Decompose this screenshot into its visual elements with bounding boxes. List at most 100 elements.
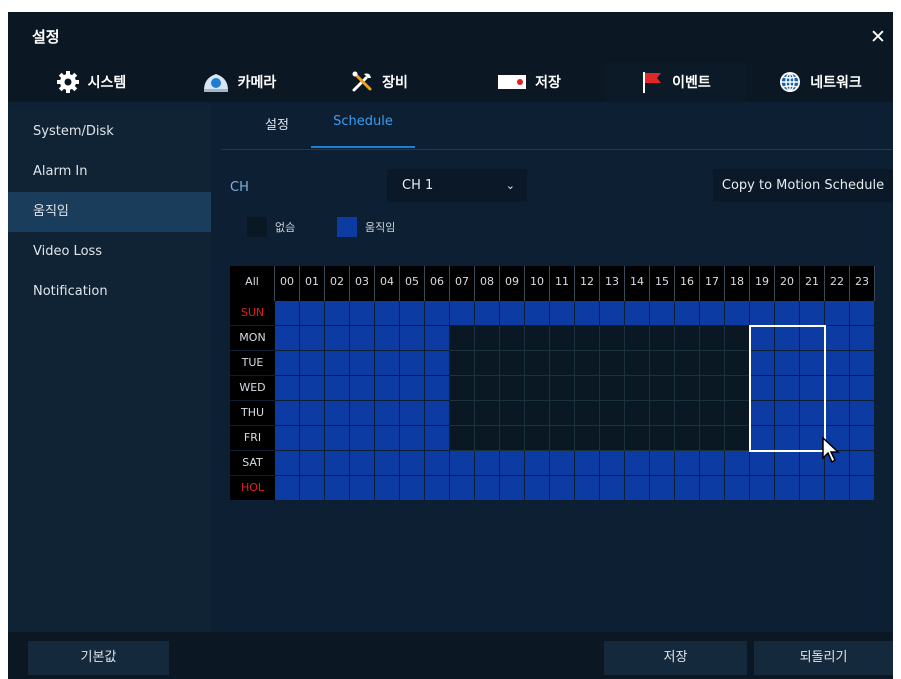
schedule-slot[interactable] <box>450 476 475 501</box>
schedule-slot[interactable] <box>525 376 550 401</box>
schedule-slot[interactable] <box>350 476 375 501</box>
schedule-slot[interactable] <box>775 451 800 476</box>
schedule-slot[interactable] <box>650 401 675 426</box>
schedule-slot[interactable] <box>425 476 450 501</box>
schedule-slot[interactable] <box>600 376 625 401</box>
schedule-slot[interactable] <box>550 301 575 326</box>
schedule-slot[interactable] <box>700 401 725 426</box>
tab-system[interactable]: 시스템 <box>8 62 174 102</box>
hour-header[interactable]: 16 <box>675 266 700 301</box>
schedule-slot[interactable] <box>650 451 675 476</box>
schedule-slot[interactable] <box>825 376 850 401</box>
schedule-slot[interactable] <box>475 451 500 476</box>
schedule-slot[interactable] <box>325 326 350 351</box>
schedule-slot[interactable] <box>650 376 675 401</box>
schedule-slot[interactable] <box>425 401 450 426</box>
schedule-slot[interactable] <box>600 476 625 501</box>
hour-header[interactable]: 03 <box>350 266 375 301</box>
schedule-slot[interactable] <box>750 301 775 326</box>
schedule-slot[interactable] <box>300 451 325 476</box>
schedule-slot[interactable] <box>625 301 650 326</box>
schedule-slot[interactable] <box>800 301 825 326</box>
schedule-slot[interactable] <box>325 426 350 451</box>
schedule-slot[interactable] <box>675 301 700 326</box>
schedule-slot[interactable] <box>500 351 525 376</box>
schedule-slot[interactable] <box>800 351 825 376</box>
schedule-slot[interactable] <box>325 376 350 401</box>
schedule-slot[interactable] <box>725 301 750 326</box>
schedule-slot[interactable] <box>700 376 725 401</box>
schedule-slot[interactable] <box>425 451 450 476</box>
schedule-slot[interactable] <box>275 476 300 501</box>
schedule-slot[interactable] <box>575 351 600 376</box>
schedule-slot[interactable] <box>700 301 725 326</box>
schedule-slot[interactable] <box>450 326 475 351</box>
schedule-slot[interactable] <box>725 351 750 376</box>
hour-header[interactable]: 05 <box>400 266 425 301</box>
schedule-slot[interactable] <box>550 426 575 451</box>
hour-header[interactable]: 22 <box>825 266 850 301</box>
day-label[interactable]: MON <box>230 326 275 351</box>
hour-header[interactable]: 00 <box>275 266 300 301</box>
schedule-slot[interactable] <box>825 401 850 426</box>
schedule-slot[interactable] <box>675 476 700 501</box>
schedule-slot[interactable] <box>550 401 575 426</box>
schedule-slot[interactable] <box>825 301 850 326</box>
schedule-slot[interactable] <box>775 401 800 426</box>
schedule-slot[interactable] <box>850 326 875 351</box>
hour-header[interactable]: 23 <box>850 266 875 301</box>
schedule-slot[interactable] <box>425 301 450 326</box>
schedule-slot[interactable] <box>275 426 300 451</box>
schedule-slot[interactable] <box>275 301 300 326</box>
schedule-slot[interactable] <box>450 401 475 426</box>
schedule-slot[interactable] <box>300 326 325 351</box>
schedule-slot[interactable] <box>725 426 750 451</box>
schedule-slot[interactable] <box>275 401 300 426</box>
schedule-slot[interactable] <box>800 376 825 401</box>
schedule-slot[interactable] <box>525 426 550 451</box>
schedule-slot[interactable] <box>350 301 375 326</box>
hour-header[interactable]: 04 <box>375 266 400 301</box>
schedule-slot[interactable] <box>525 476 550 501</box>
schedule-slot[interactable] <box>800 426 825 451</box>
schedule-slot[interactable] <box>725 326 750 351</box>
schedule-slot[interactable] <box>825 326 850 351</box>
schedule-slot[interactable] <box>425 326 450 351</box>
schedule-slot[interactable] <box>500 301 525 326</box>
schedule-slot[interactable] <box>375 376 400 401</box>
schedule-slot[interactable] <box>475 351 500 376</box>
day-label[interactable]: FRI <box>230 426 275 451</box>
schedule-slot[interactable] <box>750 426 775 451</box>
hour-header[interactable]: 15 <box>650 266 675 301</box>
schedule-slot[interactable] <box>325 401 350 426</box>
sidebar-item-motion[interactable]: 움직임 <box>8 192 211 232</box>
schedule-slot[interactable] <box>350 351 375 376</box>
schedule-slot[interactable] <box>600 301 625 326</box>
schedule-slot[interactable] <box>850 301 875 326</box>
schedule-slot[interactable] <box>750 401 775 426</box>
schedule-slot[interactable] <box>850 376 875 401</box>
schedule-slot[interactable] <box>400 351 425 376</box>
schedule-slot[interactable] <box>750 451 775 476</box>
schedule-slot[interactable] <box>350 401 375 426</box>
sidebar-item-video-loss[interactable]: Video Loss <box>8 232 211 272</box>
hour-header[interactable]: 20 <box>775 266 800 301</box>
schedule-slot[interactable] <box>700 426 725 451</box>
schedule-slot[interactable] <box>500 426 525 451</box>
schedule-slot[interactable] <box>600 326 625 351</box>
day-label[interactable]: WED <box>230 376 275 401</box>
schedule-slot[interactable] <box>575 451 600 476</box>
tab-device[interactable]: 장비 <box>304 62 454 102</box>
schedule-slot[interactable] <box>500 376 525 401</box>
hour-header[interactable]: 02 <box>325 266 350 301</box>
tab-network[interactable]: 네트워크 <box>747 62 893 102</box>
schedule-slot[interactable] <box>725 401 750 426</box>
day-label[interactable]: HOL <box>230 476 275 501</box>
schedule-slot[interactable] <box>825 426 850 451</box>
schedule-slot[interactable] <box>675 351 700 376</box>
schedule-slot[interactable] <box>325 301 350 326</box>
schedule-slot[interactable] <box>400 451 425 476</box>
schedule-slot[interactable] <box>625 326 650 351</box>
schedule-slot[interactable] <box>800 451 825 476</box>
schedule-slot[interactable] <box>275 326 300 351</box>
